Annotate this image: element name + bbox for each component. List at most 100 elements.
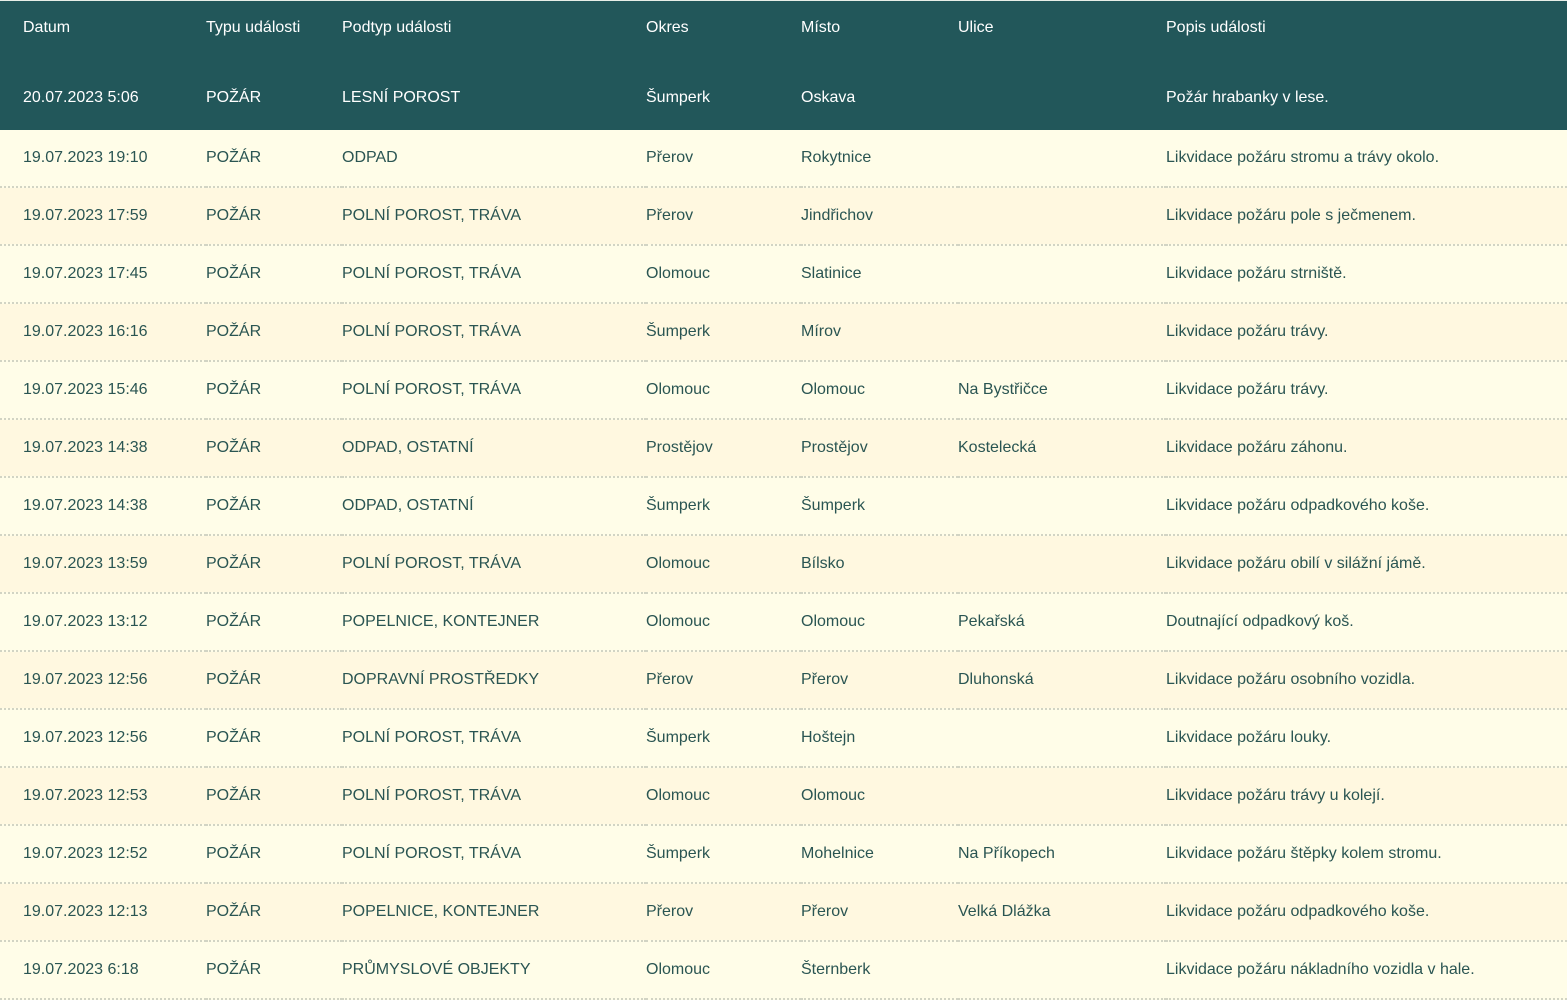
cell-date: 19.07.2023 12:52 — [0, 825, 206, 884]
table-row[interactable]: 19.07.2023 13:59 POŽÁR POLNÍ POROST, TRÁVA… — [0, 535, 1567, 594]
cell-ulice: Na Bystřičce — [958, 361, 1166, 420]
cell-date: 20.07.2023 5:06 — [0, 70, 206, 130]
cell-subtype: POLNÍ POROST, TRÁVA — [342, 535, 646, 594]
table-row[interactable]: 19.07.2023 19:10 POŽÁR ODPAD Přerov Rokytnic… — [0, 130, 1567, 188]
cell-date: 19.07.2023 12:56 — [0, 709, 206, 768]
cell-type: POŽÁR — [206, 883, 342, 942]
cell-okres: Přerov — [646, 187, 801, 246]
cell-ulice — [958, 709, 1166, 768]
cell-misto: Bílsko — [801, 535, 958, 594]
cell-date: 19.07.2023 12:13 — [0, 883, 206, 942]
cell-okres: Šumperk — [646, 825, 801, 884]
cell-ulice — [958, 535, 1166, 594]
cell-subtype: POPELNICE, KONTEJNER — [342, 593, 646, 652]
cell-type: POŽÁR — [206, 709, 342, 768]
cell-subtype: ODPAD — [342, 130, 646, 188]
cell-okres: Olomouc — [646, 535, 801, 594]
cell-subtype: PRŮMYSLOVÉ OBJEKTY — [342, 941, 646, 1000]
cell-popis: Likvidace požáru stromu a trávy okolo. — [1166, 130, 1567, 188]
table-row[interactable]: 19.07.2023 16:16 POŽÁR POLNÍ POROST, TRÁVA… — [0, 303, 1567, 362]
cell-popis: Likvidace požáru osobního vozidla. — [1166, 651, 1567, 710]
cell-okres: Šumperk — [646, 477, 801, 536]
header-type[interactable]: Typu události — [206, 1, 342, 70]
table-row[interactable]: 19.07.2023 15:46 POŽÁR POLNÍ POROST, TRÁVA… — [0, 361, 1567, 420]
header-subtype[interactable]: Podtyp události — [342, 1, 646, 70]
cell-misto: Přerov — [801, 883, 958, 942]
cell-subtype: POLNÍ POROST, TRÁVA — [342, 361, 646, 420]
cell-popis: Požár hrabanky v lese. — [1166, 70, 1567, 130]
cell-ulice — [958, 130, 1166, 188]
cell-okres: Olomouc — [646, 593, 801, 652]
cell-ulice — [958, 187, 1166, 246]
cell-misto: Hoštejn — [801, 709, 958, 768]
cell-subtype: POPELNICE, KONTEJNER — [342, 883, 646, 942]
cell-date: 19.07.2023 13:12 — [0, 593, 206, 652]
cell-popis: Likvidace požáru odpadkového koše. — [1166, 477, 1567, 536]
header-okres[interactable]: Okres — [646, 1, 801, 70]
cell-misto: Mohelnice — [801, 825, 958, 884]
table-row[interactable]: 19.07.2023 17:59 POŽÁR POLNÍ POROST, TRÁVA… — [0, 187, 1567, 246]
events-table: Datum Typu události Podtyp události Okre… — [0, 1, 1567, 1000]
table-row[interactable]: 19.07.2023 6:18 POŽÁR PRŮMYSLOVÉ OBJEKTY Ol… — [0, 941, 1567, 1000]
cell-misto: Olomouc — [801, 361, 958, 420]
cell-misto: Oskava — [801, 70, 958, 130]
cell-subtype: POLNÍ POROST, TRÁVA — [342, 187, 646, 246]
cell-subtype: ODPAD, OSTATNÍ — [342, 477, 646, 536]
cell-misto: Šumperk — [801, 477, 958, 536]
events-table-container: Datum Typu události Podtyp události Okre… — [0, 1, 1567, 1000]
cell-misto: Prostějov — [801, 419, 958, 478]
cell-ulice: Na Příkopech — [958, 825, 1166, 884]
cell-misto: Olomouc — [801, 767, 958, 826]
cell-date: 19.07.2023 14:38 — [0, 477, 206, 536]
cell-misto: Přerov — [801, 651, 958, 710]
table-row[interactable]: 19.07.2023 14:38 POŽÁR ODPAD, OSTATNÍ Prost… — [0, 419, 1567, 478]
cell-date: 19.07.2023 12:56 — [0, 651, 206, 710]
cell-popis: Likvidace požáru trávy. — [1166, 361, 1567, 420]
header-date[interactable]: Datum — [0, 1, 206, 70]
cell-date: 19.07.2023 16:16 — [0, 303, 206, 362]
cell-ulice — [958, 303, 1166, 362]
header-popis[interactable]: Popis události — [1166, 1, 1567, 70]
cell-okres: Olomouc — [646, 245, 801, 304]
table-head: Datum Typu události Podtyp události Okre… — [0, 1, 1567, 130]
cell-okres: Šumperk — [646, 303, 801, 362]
cell-popis: Likvidace požáru louky. — [1166, 709, 1567, 768]
cell-ulice — [958, 70, 1166, 130]
table-body: 19.07.2023 19:10 POŽÁR ODPAD Přerov Rokytnic… — [0, 130, 1567, 1000]
cell-type: POŽÁR — [206, 651, 342, 710]
cell-ulice — [958, 245, 1166, 304]
cell-misto: Olomouc — [801, 593, 958, 652]
cell-misto: Šternberk — [801, 941, 958, 1000]
header-row: Datum Typu události Podtyp události Okre… — [0, 1, 1567, 70]
cell-ulice — [958, 941, 1166, 1000]
table-row[interactable]: 19.07.2023 12:53 POŽÁR POLNÍ POROST, TRÁVA… — [0, 767, 1567, 826]
cell-ulice — [958, 767, 1166, 826]
cell-type: POŽÁR — [206, 825, 342, 884]
table-row[interactable]: 19.07.2023 14:38 POŽÁR ODPAD, OSTATNÍ Šumpe… — [0, 477, 1567, 536]
cell-okres: Šumperk — [646, 70, 801, 130]
cell-subtype: POLNÍ POROST, TRÁVA — [342, 767, 646, 826]
highlighted-event-row[interactable]: 20.07.2023 5:06 POŽÁR LESNÍ POROST Šumpe… — [0, 70, 1567, 130]
cell-date: 19.07.2023 19:10 — [0, 130, 206, 188]
cell-date: 19.07.2023 15:46 — [0, 361, 206, 420]
cell-popis: Doutnající odpadkový koš. — [1166, 593, 1567, 652]
cell-popis: Likvidace požáru nákladního vozidla v ha… — [1166, 941, 1567, 1000]
table-row[interactable]: 19.07.2023 12:52 POŽÁR POLNÍ POROST, TRÁVA… — [0, 825, 1567, 884]
table-row[interactable]: 19.07.2023 17:45 POŽÁR POLNÍ POROST, TRÁVA… — [0, 245, 1567, 304]
cell-popis: Likvidace požáru štěpky kolem stromu. — [1166, 825, 1567, 884]
cell-subtype: POLNÍ POROST, TRÁVA — [342, 303, 646, 362]
cell-misto: Rokytnice — [801, 130, 958, 188]
table-row[interactable]: 19.07.2023 12:56 POŽÁR POLNÍ POROST, TRÁVA… — [0, 709, 1567, 768]
table-row[interactable]: 19.07.2023 12:13 POŽÁR POPELNICE, KONTEJNE… — [0, 883, 1567, 942]
cell-type: POŽÁR — [206, 361, 342, 420]
header-ulice[interactable]: Ulice — [958, 1, 1166, 70]
cell-subtype: POLNÍ POROST, TRÁVA — [342, 825, 646, 884]
cell-type: POŽÁR — [206, 70, 342, 130]
table-row[interactable]: 19.07.2023 12:56 POŽÁR DOPRAVNÍ PROSTŘEDKY… — [0, 651, 1567, 710]
cell-date: 19.07.2023 17:59 — [0, 187, 206, 246]
header-misto[interactable]: Místo — [801, 1, 958, 70]
cell-subtype: LESNÍ POROST — [342, 70, 646, 130]
cell-date: 19.07.2023 6:18 — [0, 941, 206, 1000]
table-row[interactable]: 19.07.2023 13:12 POŽÁR POPELNICE, KONTEJNE… — [0, 593, 1567, 652]
cell-type: POŽÁR — [206, 187, 342, 246]
